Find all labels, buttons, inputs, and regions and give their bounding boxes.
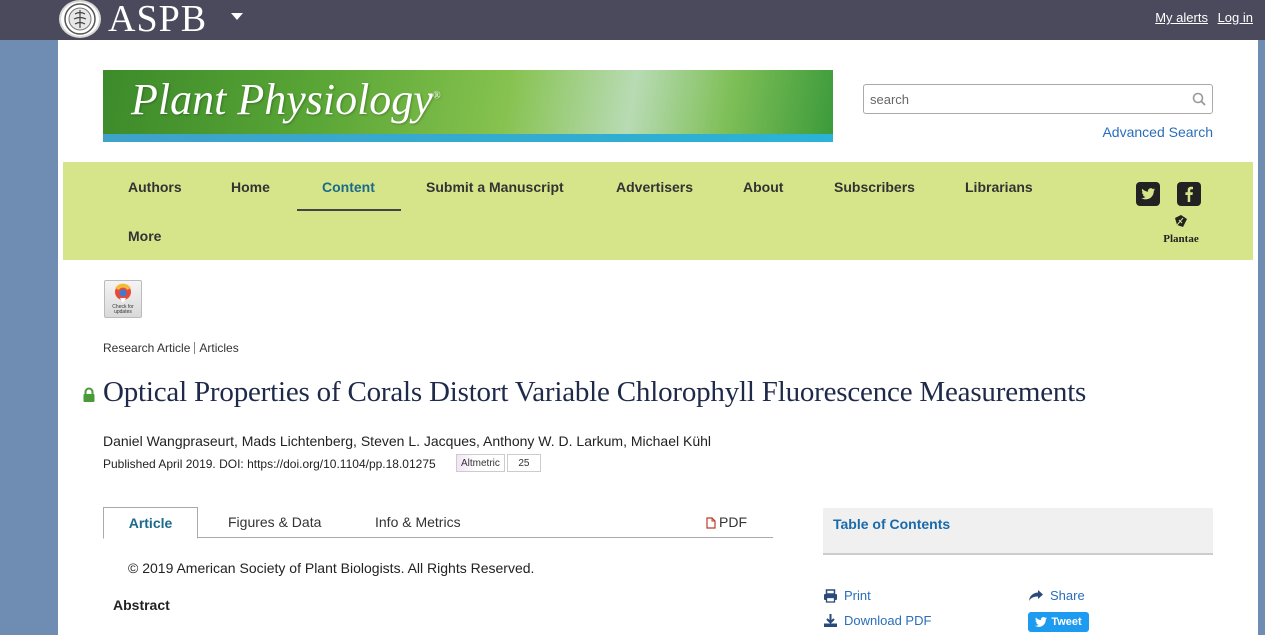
altmetric-badge[interactable]: Altmetric 25: [456, 454, 541, 472]
nav-item-submit-manuscript[interactable]: Submit a Manuscript: [426, 179, 564, 195]
print-label: Print: [844, 588, 871, 603]
journal-banner[interactable]: Plant Physiology®: [103, 70, 833, 142]
article-authors: Daniel Wangpraseurt, Mads Lichtenberg, S…: [103, 433, 712, 449]
aspb-seal-logo[interactable]: [59, 0, 101, 38]
nav-item-librarians[interactable]: Librarians: [965, 179, 1033, 195]
table-of-contents-link[interactable]: Table of Contents: [833, 516, 950, 532]
search-input[interactable]: [864, 85, 1184, 113]
search-icon[interactable]: [1192, 92, 1206, 111]
download-pdf-label: Download PDF: [844, 613, 932, 628]
advanced-search-link[interactable]: Advanced Search: [1102, 124, 1213, 140]
crossmark-icon: [115, 283, 131, 303]
download-icon: [824, 614, 837, 627]
nav-item-advertisers[interactable]: Advertisers: [616, 179, 693, 195]
tweet-button[interactable]: Tweet: [1028, 612, 1089, 632]
nav-item-subscribers[interactable]: Subscribers: [834, 179, 915, 195]
plantae-logo[interactable]: Plantae: [1157, 214, 1205, 245]
plantae-leaf-icon: [1175, 215, 1187, 227]
article-title: Optical Properties of Corals Distort Var…: [103, 376, 1087, 408]
search-box: [863, 84, 1213, 114]
journal-title: Plant Physiology®: [131, 75, 441, 124]
account-links: My alerts Log in: [1149, 10, 1253, 25]
printer-icon: [824, 588, 837, 603]
crossmark-button[interactable]: Check for updates: [104, 280, 142, 318]
article-tabs: Article Figures & Data Info & Metrics PD…: [103, 507, 773, 539]
tab-figures-data[interactable]: Figures & Data: [228, 507, 321, 538]
pdf-file-icon: [706, 509, 716, 539]
altmetric-label: Altmetric: [456, 454, 505, 472]
share-arrow-icon: [1029, 589, 1043, 601]
download-pdf-button[interactable]: Download PDF: [823, 613, 931, 628]
breadcrumb-articles[interactable]: Articles: [199, 341, 238, 355]
breadcrumb-divider: [194, 342, 196, 354]
nav-item-home[interactable]: Home: [231, 179, 270, 195]
share-button[interactable]: Share: [1028, 588, 1085, 603]
tab-pdf[interactable]: PDF: [706, 507, 747, 538]
twitter-bird-icon: [1035, 617, 1048, 627]
log-in-link[interactable]: Log in: [1218, 10, 1253, 25]
abstract-heading: Abstract: [113, 597, 170, 613]
main-nav: Authors Home Content Submit a Manuscript…: [63, 162, 1253, 260]
altmetric-score: 25: [506, 454, 541, 472]
share-label: Share: [1050, 588, 1085, 603]
nav-item-authors[interactable]: Authors: [128, 179, 182, 195]
nav-item-about[interactable]: About: [743, 179, 783, 195]
publication-info: Published April 2019. DOI: https://doi.o…: [103, 457, 436, 471]
top-bar: ASPB My alerts Log in: [0, 0, 1265, 40]
breadcrumb-research-article[interactable]: Research Article: [103, 341, 190, 355]
twitter-icon[interactable]: [1136, 182, 1160, 206]
table-of-contents-panel: Table of Contents: [823, 508, 1213, 555]
tab-pdf-label: PDF: [719, 514, 747, 530]
copyright-notice: © 2019 American Society of Plant Biologi…: [128, 560, 535, 576]
tab-article[interactable]: Article: [103, 507, 198, 539]
page-content: Plant Physiology® Advanced Search Author…: [58, 40, 1258, 635]
tab-info-metrics[interactable]: Info & Metrics: [375, 507, 461, 538]
my-alerts-link[interactable]: My alerts: [1155, 10, 1208, 25]
brand-name[interactable]: ASPB: [108, 0, 207, 41]
print-button[interactable]: Print: [823, 588, 871, 603]
breadcrumb: Research Article Articles: [103, 341, 239, 355]
tweet-label: Tweet: [1051, 616, 1082, 628]
active-tab-underline: [297, 209, 401, 211]
facebook-icon[interactable]: [1177, 182, 1201, 206]
plantae-label: Plantae: [1163, 233, 1199, 245]
nav-item-more[interactable]: More: [128, 228, 161, 244]
lock-icon: [82, 387, 96, 408]
crossmark-label: Check for updates: [112, 304, 134, 315]
nav-item-content[interactable]: Content: [322, 179, 375, 195]
chevron-down-icon[interactable]: [231, 13, 243, 20]
banner-stripe: [103, 134, 833, 142]
